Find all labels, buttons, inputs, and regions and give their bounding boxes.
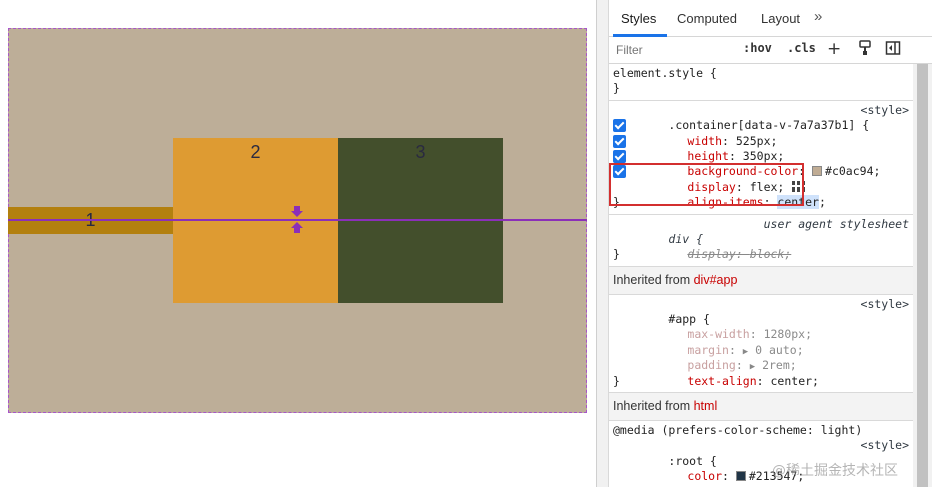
inherited-element-link[interactable]: html [694,399,718,413]
item-3-label: 3 [415,142,426,162]
item-2-label: 2 [250,142,261,162]
checkbox-height[interactable] [613,134,626,148]
declaration-margin: margin: ▶ 0 auto; [687,342,804,357]
rule-close-brace: } [613,373,620,388]
scrollbar-thumb[interactable] [917,64,928,487]
declaration-display-overridden: display: block; [687,247,792,262]
cls-button[interactable]: .cls [787,41,816,55]
more-tabs-icon[interactable]: » [814,8,822,25]
paint-brush-icon[interactable] [857,40,873,56]
declaration-text-align: text-align: center; [687,373,819,388]
declaration-padding: padding: ▶ 2rem; [687,358,797,373]
arrow-down-icon [291,206,303,217]
arrow-up-icon [291,222,303,233]
styles-pane: element.style { } .container[data-v-7a7a… [609,64,913,487]
style-source-link[interactable]: <style> [861,438,909,453]
panel-resize-gutter[interactable] [597,0,609,487]
filter-input[interactable] [612,40,736,60]
flex-container[interactable]: 1 2 3 [8,28,587,413]
watermark-text: @稀土掘金技术社区 [772,463,898,479]
style-source-link[interactable]: <style> [861,297,909,312]
rule-close-brace: } [613,81,620,96]
annotation-highlight-box [609,163,804,206]
tab-layout[interactable]: Layout [761,11,800,26]
page-preview: 1 2 3 [0,0,596,487]
rule-close-brace: } [613,247,620,262]
declaration-width[interactable]: width: 525px; [613,118,909,148]
declaration-max-width: max-width: 1280px; [687,327,813,342]
devtools-panel: Styles Computed Layout » :hov .cls + ele… [596,0,932,487]
checkbox-background-color[interactable] [613,149,626,163]
new-style-rule-button[interactable]: + [827,39,841,59]
declaration-height[interactable]: height: 350px; [613,134,909,163]
rule-selector: element.style { [613,66,717,80]
align-center-guide-line [8,219,587,221]
inherited-element-link[interactable]: div#app [694,273,738,287]
tab-computed[interactable]: Computed [677,11,737,26]
rule-div-user-agent[interactable]: div { user agent stylesheet display: blo… [609,215,913,267]
media-query: @media (prefers-color-scheme: light) [613,423,863,438]
toggle-sidebar-icon[interactable] [885,40,901,56]
rule-app[interactable]: #app { <style> max-width: 1280px; margin… [609,295,913,394]
tab-styles[interactable]: Styles [621,11,656,26]
color-swatch-icon[interactable] [735,471,746,482]
checkbox-width[interactable] [613,119,626,133]
hov-button[interactable]: :hov [743,41,772,55]
style-source-link[interactable]: <style> [861,103,909,118]
devtools-tabs: Styles Computed Layout » [609,0,932,37]
styles-toolbar: :hov .cls + [609,37,932,64]
rule-element-style[interactable]: element.style { } [609,64,913,101]
user-agent-stylesheet-label: user agent stylesheet [763,216,909,231]
